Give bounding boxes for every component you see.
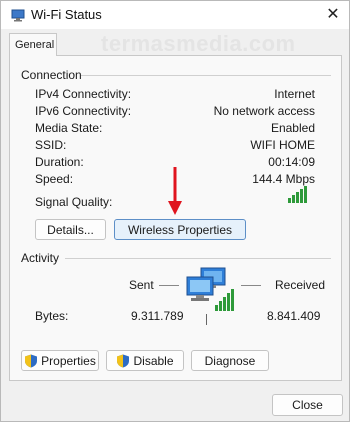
connection-divider (81, 75, 331, 76)
duration-label: Duration: (35, 155, 84, 169)
sent-line (159, 285, 179, 286)
admin-shield-icon (25, 354, 38, 367)
properties-button-label: Properties (41, 353, 96, 368)
disable-button-label: Disable (133, 353, 174, 368)
disable-button[interactable]: Disable (106, 350, 184, 371)
media-state-label: Media State: (35, 121, 103, 135)
close-icon[interactable]: ✕ (323, 5, 343, 25)
received-line (241, 285, 261, 286)
details-button[interactable]: Details... (35, 219, 106, 240)
duration-value: 00:14:09 (268, 155, 315, 169)
activity-heading: Activity (21, 251, 60, 265)
signal-bars-icon (288, 186, 307, 203)
media-state-value: Enabled (270, 121, 315, 135)
sent-label: Sent (129, 278, 154, 292)
watermark-text: termasmedia.com (101, 31, 296, 56)
speed-value: 144.4 Mbps (252, 172, 315, 186)
wifi-status-dialog: Wi-Fi Status ✕ termasmedia.com General C… (0, 0, 350, 422)
diagnose-button[interactable]: Diagnose (191, 350, 269, 371)
wireless-properties-button[interactable]: Wireless Properties (114, 219, 246, 240)
signal-quality-label: Signal Quality: (35, 195, 113, 209)
red-arrow-icon (168, 167, 182, 215)
received-label: Received (275, 278, 326, 292)
ipv4-label: IPv4 Connectivity: (35, 87, 132, 101)
ssid-label: SSID: (35, 138, 67, 152)
sent-bytes-value: 9.311.789 (131, 309, 184, 323)
connection-heading: Connection (21, 68, 82, 82)
activity-divider (65, 258, 331, 259)
properties-button[interactable]: Properties (21, 350, 99, 371)
window-title: Wi-Fi Status (31, 7, 102, 22)
tab-general[interactable]: General (9, 33, 57, 56)
speed-label: Speed: (35, 172, 74, 186)
title-bar: Wi-Fi Status ✕ (1, 1, 349, 29)
ssid-value: WIFI HOME (250, 138, 315, 152)
ipv4-value: Internet (274, 87, 315, 101)
received-bytes-value: 8.841.409 (267, 309, 321, 323)
activity-connector (206, 314, 207, 325)
ipv6-label: IPv6 Connectivity: (35, 104, 132, 118)
close-button[interactable]: Close (272, 394, 343, 416)
bytes-label: Bytes: (35, 309, 69, 323)
ipv6-value: No network access (213, 104, 315, 118)
network-computers-icon (186, 267, 234, 311)
admin-shield-icon (117, 354, 130, 367)
network-adapter-icon (11, 9, 25, 22)
